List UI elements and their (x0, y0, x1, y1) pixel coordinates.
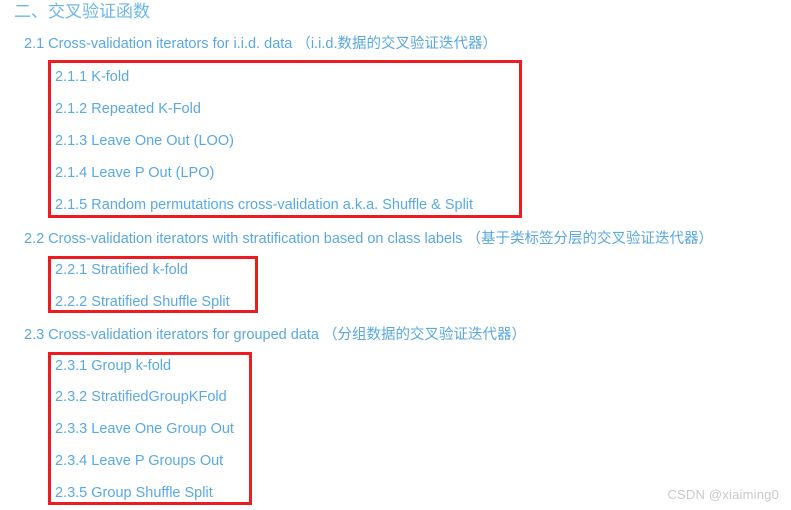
toc-link-2-1-3[interactable]: 2.1.3 Leave One Out (LOO) (55, 132, 234, 150)
section-heading-2-3: 2.3 Cross-validation iterators for group… (24, 327, 527, 343)
toc-link-2-3-2[interactable]: 2.3.2 StratifiedGroupKFold (55, 388, 227, 406)
page-title: 二、交叉验证函数 (14, 2, 150, 21)
toc-link-2-3-1[interactable]: 2.3.1 Group k-fold (55, 357, 171, 375)
section-heading-2-1: 2.1 Cross-validation iterators for i.i.d… (24, 36, 497, 52)
document-page: 二、交叉验证函数 2.1 Cross-validation iterators … (0, 0, 791, 510)
toc-link-2-3-5[interactable]: 2.3.5 Group Shuffle Split (55, 484, 213, 502)
csdn-watermark: CSDN @xiaiming0 (667, 487, 779, 502)
toc-link-2-2-2[interactable]: 2.2.2 Stratified Shuffle Split (55, 293, 230, 311)
toc-link-2-1-5[interactable]: 2.1.5 Random permutations cross-validati… (55, 196, 473, 214)
toc-link-2-3-3[interactable]: 2.3.3 Leave One Group Out (55, 420, 234, 438)
toc-link-2-3-4[interactable]: 2.3.4 Leave P Groups Out (55, 452, 223, 470)
toc-link-2-1-1[interactable]: 2.1.1 K-fold (55, 68, 129, 86)
section-heading-2-2: 2.2 Cross-validation iterators with stra… (24, 231, 713, 247)
toc-link-2-2-1[interactable]: 2.2.1 Stratified k-fold (55, 261, 188, 279)
toc-link-2-1-4[interactable]: 2.1.4 Leave P Out (LPO) (55, 164, 214, 182)
toc-link-2-1-2[interactable]: 2.1.2 Repeated K-Fold (55, 100, 201, 118)
